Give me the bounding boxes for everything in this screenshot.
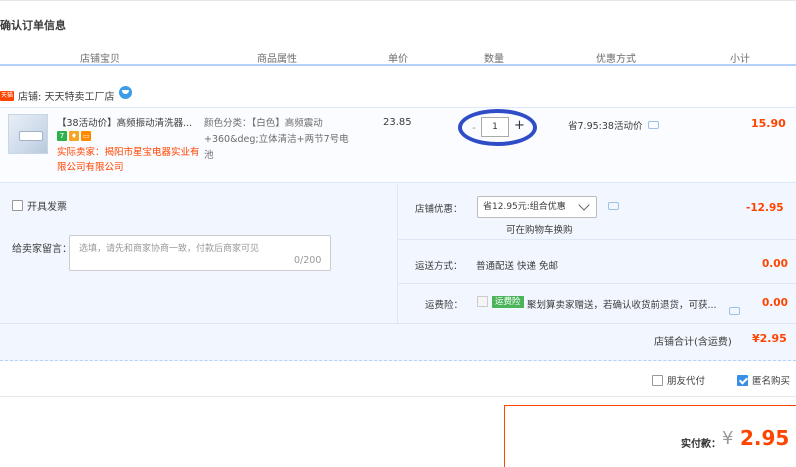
payment-label: 实付款： [681,439,721,450]
shop-discount-label: 店铺优惠： [415,204,463,215]
shop-discount-value: -12.95 [746,202,784,214]
insurance-text: 聚划算卖家赠送，若确认收货前退货，可获... [527,300,717,311]
anonymous-checkbox[interactable] [737,374,748,386]
chat-wangwang-icon[interactable] [118,86,132,99]
insurance-label: 运费险： [425,300,464,311]
shipping-label: 运送方式： [415,261,463,272]
row-divider [398,283,796,284]
shipping-method: 普通配送 快递 免邮 [476,261,559,272]
credit-card-icon[interactable]: ▭ [81,131,91,141]
message-label: 给卖家留言： [12,244,72,255]
column-header-item: 店铺宝贝 [80,54,120,65]
shop-name-link[interactable]: 店铺: 天天特卖工厂店 [18,88,115,103]
service-badges: 7 ♦ ▭ [57,131,91,141]
insurance-checkbox [477,296,488,307]
anonymous-label: 匿名购买 [752,376,791,387]
message-counter: 0/200 [294,255,322,266]
shop-total-value: ¥2.95 [752,332,787,345]
unit-price: 23.85 [383,117,412,128]
payment-amount: 2.95 [740,426,790,450]
product-name-link[interactable]: 【38活动价】高频振动清洗器... [57,117,197,130]
guarantee-icon[interactable]: ♦ [69,131,79,141]
seven-day-return-icon[interactable]: 7 [57,131,67,141]
shop-discount-note: 可在购物车换购 [506,225,573,236]
seller-info: 实际卖家：揭阳市星宝电器实业有限公司有限公司 [57,145,207,175]
page-title: 确认订单信息 [0,19,66,32]
payment-currency: ¥ [722,428,734,449]
column-header-attributes: 商品属性 [257,54,297,65]
column-header-quantity: 数量 [484,54,504,65]
top-border [0,0,796,4]
column-header-promotion: 优惠方式 [596,54,636,65]
discount-tip-icon[interactable] [608,202,619,210]
insurance-value: 0.00 [762,297,788,309]
invoice-checkbox[interactable] [12,200,23,211]
shop-total-label: 店铺合计(含运费) [654,337,732,348]
row-divider [398,239,796,240]
seller-label: 实际卖家： [57,147,105,158]
item-subtotal: 15.90 [751,117,786,130]
promotion-info: 省7.95:38活动价 [568,118,660,132]
row-divider [0,323,796,324]
panel-divider [397,185,398,323]
shipping-value: 0.00 [762,258,788,270]
shop-row: 天猫 店铺: 天天特卖工厂店 [0,86,132,103]
insurance-tag: 运费险 [492,296,524,308]
section-divider [0,396,796,397]
highlight-circle [458,109,537,146]
invoice-option[interactable]: 开具发票 [12,198,67,213]
question-icon[interactable] [729,307,740,315]
product-attributes: 颜色分类：【白色】高频震动+360&deg;立体清洁+两节7号电池 [204,118,349,161]
product-thumbnail[interactable] [8,114,48,154]
friend-pay-option[interactable]: 朋友代付 [652,373,705,387]
column-header-unit-price: 单价 [388,54,408,65]
invoice-label: 开具发票 [27,202,67,213]
promotion-tip-icon[interactable] [648,121,660,129]
promotion-text: 省7.95:38活动价 [568,121,643,132]
header-divider [0,64,796,66]
friend-pay-label: 朋友代付 [667,376,706,387]
tmall-badge-icon: 天猫 [0,90,14,101]
friend-pay-checkbox[interactable] [652,374,663,386]
column-header-subtotal: 小计 [730,54,750,65]
message-placeholder: 选填，请先和商家协商一致，付款后商家可见 [79,244,260,254]
anonymous-option[interactable]: 匿名购买 [737,373,790,387]
shop-discount-select[interactable]: 省12.95元:组合优惠 [477,196,597,218]
